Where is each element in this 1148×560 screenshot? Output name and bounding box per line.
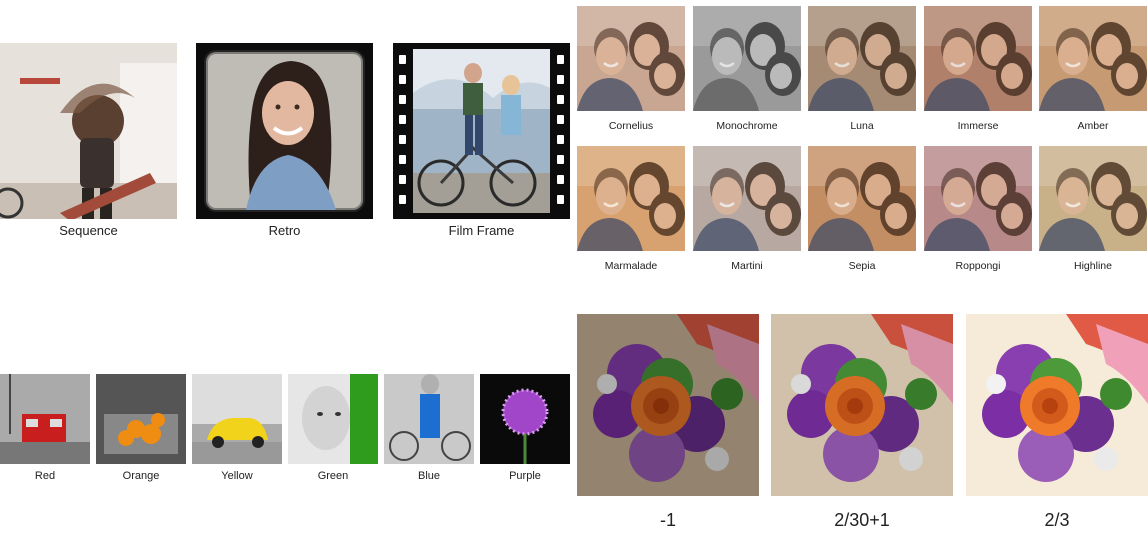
color-accent-label: Red xyxy=(34,470,56,482)
exposure-thumbnail[interactable] xyxy=(577,314,759,496)
color-accent-thumbnail[interactable] xyxy=(480,374,570,464)
color-accent-label: Yellow xyxy=(221,470,253,482)
sequence-thumbnail[interactable] xyxy=(0,43,177,219)
filter-label: Highline xyxy=(1074,260,1112,272)
color-accent-thumbnail[interactable] xyxy=(192,374,282,464)
color-accent-label: Green xyxy=(317,470,349,482)
filter-thumbnail[interactable] xyxy=(1039,6,1147,111)
filter-label: Cornelius xyxy=(608,120,654,132)
filter-thumbnail[interactable] xyxy=(693,146,801,251)
filter-thumbnail[interactable] xyxy=(577,6,685,111)
filter-label: Sepia xyxy=(848,260,876,272)
color-accent-thumbnail[interactable] xyxy=(0,374,90,464)
filter-label: Luna xyxy=(850,120,874,132)
filter-thumbnail[interactable] xyxy=(808,6,916,111)
filter-label: Marmalade xyxy=(604,260,658,272)
exposure-thumbnail[interactable] xyxy=(771,314,953,496)
filter-label: Monochrome xyxy=(716,120,778,132)
exposure-label: 2/30+1 xyxy=(834,510,890,530)
color-accent-thumbnail[interactable] xyxy=(288,374,378,464)
exposure-row: -1 2/30+1 2/3 xyxy=(577,314,1148,534)
retro-label: Retro xyxy=(268,223,301,238)
filter-label: Amber xyxy=(1077,120,1109,132)
exposure-thumbnail[interactable] xyxy=(966,314,1148,496)
color-accent-thumbnail[interactable] xyxy=(384,374,474,464)
film-frame-label: Film Frame xyxy=(448,223,515,238)
filter-thumbnail[interactable] xyxy=(924,146,1032,251)
sequence-label: Sequence xyxy=(59,223,118,238)
filter-thumbnail[interactable] xyxy=(924,6,1032,111)
filter-thumbnail[interactable] xyxy=(577,146,685,251)
exposure-label: -1 xyxy=(659,510,676,530)
filter-thumbnail[interactable] xyxy=(693,6,801,111)
color-accent-label: Orange xyxy=(122,470,160,482)
filter-grid: Cornelius Monochrome Luna Immerse Amber Marma… xyxy=(577,6,1148,276)
filter-label: Roppongi xyxy=(955,260,1001,272)
color-accent-label: Purple xyxy=(509,470,541,482)
color-accent-thumbnail[interactable] xyxy=(96,374,186,464)
film-frame-thumbnail[interactable] xyxy=(393,43,570,219)
filter-label: Immerse xyxy=(957,120,999,132)
retro-thumbnail[interactable] xyxy=(196,43,373,219)
filter-thumbnail[interactable] xyxy=(1039,146,1147,251)
filter-label: Martini xyxy=(731,260,763,272)
color-accent-row: Red Orange Yellow Green Blue Purple xyxy=(0,374,575,484)
color-accent-label: Blue xyxy=(417,470,441,482)
filter-thumbnail[interactable] xyxy=(808,146,916,251)
exposure-label: 2/3 xyxy=(1044,510,1070,530)
